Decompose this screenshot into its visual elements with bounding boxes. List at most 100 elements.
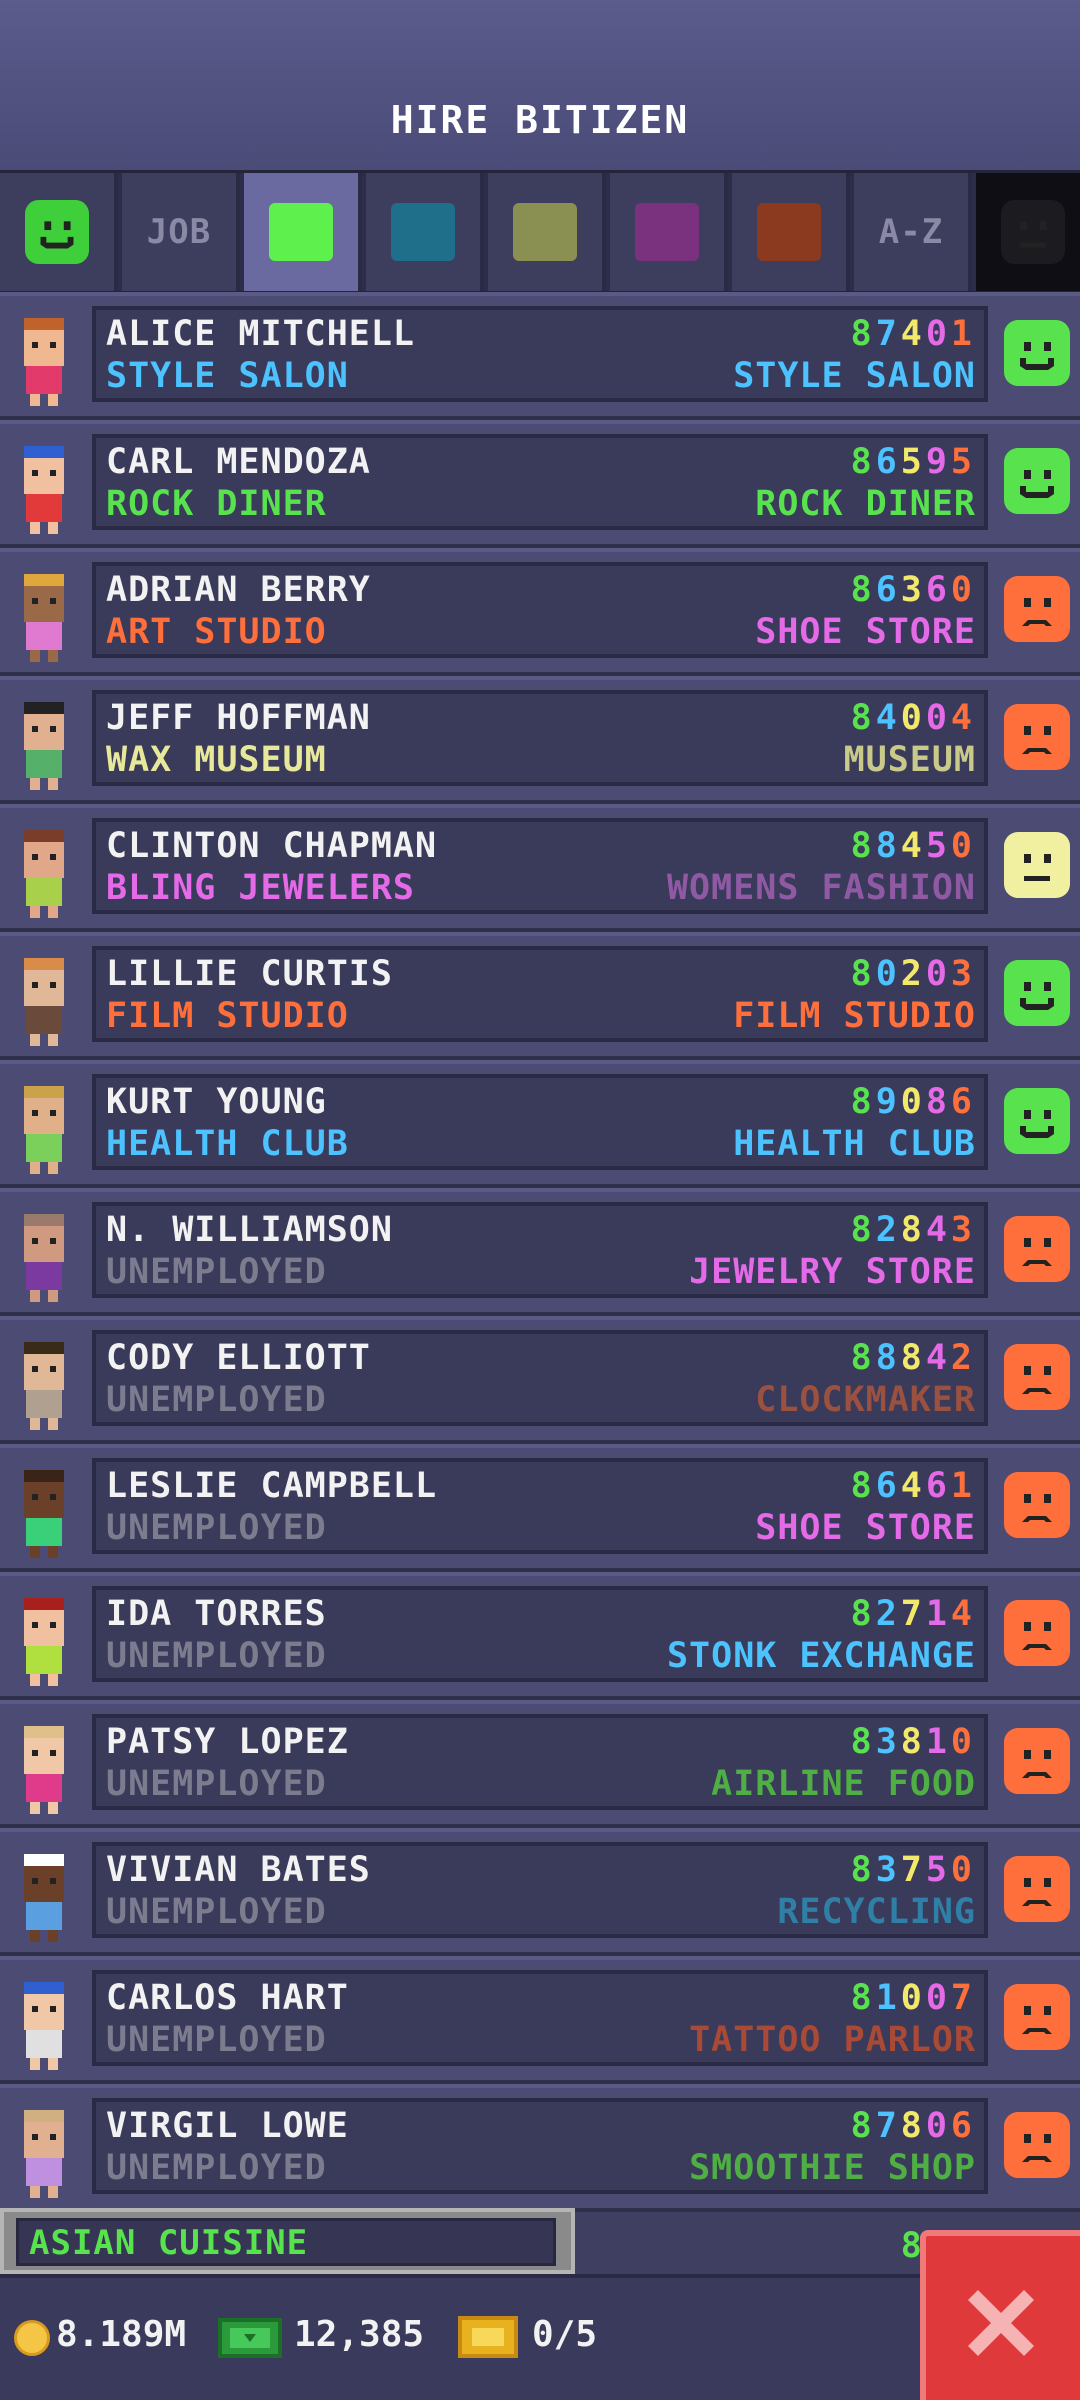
list-item[interactable]: VIRGIL LOWE UNEMPLOYED SMOOTHIE SHOP 87806: [0, 2084, 1080, 2212]
tab-color-filter[interactable]: [610, 173, 728, 291]
skill-stat-digit: 2: [950, 1338, 976, 1378]
skill-stat-digit: 7: [875, 314, 901, 354]
avatar: [24, 1086, 64, 1174]
bitizen-name: LESLIE CAMPBELL: [106, 1466, 438, 1506]
skill-stats: 86461: [851, 1466, 976, 1506]
bitizen-name: CARLOS HART: [106, 1978, 349, 2018]
skill-stat-digit: 0: [950, 826, 976, 866]
tab-label: A-Z: [878, 212, 944, 252]
tab-color-filter[interactable]: [366, 173, 484, 291]
list-item[interactable]: CARLOS HART UNEMPLOYED TATTOO PARLOR 81007: [0, 1956, 1080, 2084]
list-item[interactable]: LESLIE CAMPBELL UNEMPLOYED SHOE STORE 86461: [0, 1444, 1080, 1572]
bitizen-info-panel: N. WILLIAMSON UNEMPLOYED JEWELRY STORE 8284…: [92, 1202, 988, 1298]
mood-indicator: [1004, 1216, 1070, 1282]
avatar: [24, 1470, 64, 1558]
bitizen-info-panel: LESLIE CAMPBELL UNEMPLOYED SHOE STORE 86461: [92, 1458, 988, 1554]
mood-indicator: [1004, 448, 1070, 514]
floor-tag[interactable]: ASIAN CUISINE: [0, 2208, 575, 2274]
tab-happy-face[interactable]: [0, 173, 118, 291]
mood-indicator: [1004, 960, 1070, 1026]
mood-happy-face-icon: [1004, 448, 1070, 514]
bitizen-name: JEFF HOFFMAN: [106, 698, 371, 738]
tab-color-filter[interactable]: [732, 173, 850, 291]
tab-color-filter[interactable]: [488, 173, 606, 291]
bitizen-name: CLINTON CHAPMAN: [106, 826, 438, 866]
mood-sad-face-icon: [1004, 704, 1070, 770]
coin-icon: [14, 2320, 50, 2356]
mood-indicator: [1004, 1088, 1070, 1154]
dream-job: SHOE STORE: [755, 612, 976, 652]
skill-stat-digit: 7: [900, 1850, 926, 1890]
list-item[interactable]: KURT YOUNG HEALTH CLUB HEALTH CLUB 89086: [0, 1060, 1080, 1188]
bitizen-name: IDA TORRES: [106, 1594, 327, 1634]
skill-stat-digit: 6: [875, 1466, 901, 1506]
skill-stats: 89086: [851, 1082, 976, 1122]
skill-stats: 83750: [851, 1850, 976, 1890]
current-job: ROCK DINER: [106, 484, 327, 524]
avatar: [24, 1982, 64, 2070]
current-job: UNEMPLOYED: [106, 1508, 327, 1548]
skill-stats: 86595: [851, 442, 976, 482]
skill-stat-digit: 0: [875, 954, 901, 994]
bitizen-info-panel: LILLIE CURTIS FILM STUDIO FILM STUDIO 80203: [92, 946, 988, 1042]
list-item[interactable]: LILLIE CURTIS FILM STUDIO FILM STUDIO 80203: [0, 932, 1080, 1060]
mood-happy-face-icon: [1004, 1088, 1070, 1154]
dream-job: FILM STUDIO: [733, 996, 976, 1036]
skill-stats: 87401: [851, 314, 976, 354]
skill-stat-digit: 0: [900, 1082, 926, 1122]
bitizen-info-panel: ADRIAN BERRY ART STUDIO SHOE STORE 86360: [92, 562, 988, 658]
tab-dark-face[interactable]: [976, 173, 1080, 291]
skill-stat-digit: 2: [900, 954, 926, 994]
skill-stat-digit: 8: [900, 2106, 926, 2146]
skill-stat-digit: 4: [950, 1594, 976, 1634]
skill-stat-digit: 6: [875, 442, 901, 482]
skill-stat-digit: 0: [925, 1978, 951, 2018]
list-item[interactable]: ADRIAN BERRY ART STUDIO SHOE STORE 86360: [0, 548, 1080, 676]
mood-indicator: [1004, 576, 1070, 642]
skill-stat-digit: 1: [925, 1594, 951, 1634]
coins-amount: 8.189M: [56, 2314, 187, 2355]
bitizen-info-panel: CARL MENDOZA ROCK DINER ROCK DINER 86595: [92, 434, 988, 530]
avatar: [24, 1214, 64, 1302]
skill-stat-digit: 8: [850, 1210, 876, 1250]
skill-stat-digit: 1: [875, 1978, 901, 2018]
color-swatch: [757, 203, 821, 261]
current-job: UNEMPLOYED: [106, 1764, 327, 1804]
floor-tag-label: ASIAN CUISINE: [29, 2223, 309, 2263]
bitizen-name: KURT YOUNG: [106, 1082, 327, 1122]
avatar: [24, 958, 64, 1046]
list-item[interactable]: CODY ELLIOTT UNEMPLOYED CLOCKMAKER 88842: [0, 1316, 1080, 1444]
skill-stat-digit: 0: [925, 2106, 951, 2146]
skill-stat-digit: 4: [925, 1338, 951, 1378]
list-item[interactable]: JEFF HOFFMAN WAX MUSEUM MUSEUM 84004: [0, 676, 1080, 804]
list-item[interactable]: IDA TORRES UNEMPLOYED STONK EXCHANGE 82714: [0, 1572, 1080, 1700]
list-item[interactable]: ALICE MITCHELL STYLE SALON STYLE SALON 8740…: [0, 292, 1080, 420]
list-item[interactable]: PATSY LOPEZ UNEMPLOYED AIRLINE FOOD 83810: [0, 1700, 1080, 1828]
mood-sad-face-icon: [1004, 2112, 1070, 2178]
bitizen-info-panel: CLINTON CHAPMAN BLING JEWELERS WOMENS FASH…: [92, 818, 988, 914]
tab-a-z[interactable]: A-Z: [854, 173, 972, 291]
skill-stat-digit: 7: [875, 2106, 901, 2146]
skill-stat-digit: 0: [950, 570, 976, 610]
skill-stat-digit: 8: [850, 1466, 876, 1506]
list-item[interactable]: CLINTON CHAPMAN BLING JEWELERS WOMENS FASH…: [0, 804, 1080, 932]
current-job: UNEMPLOYED: [106, 2020, 327, 2060]
bitizen-name: CODY ELLIOTT: [106, 1338, 371, 1378]
list-item[interactable]: VIVIAN BATES UNEMPLOYED RECYCLING 83750: [0, 1828, 1080, 1956]
skill-stat-digit: 1: [925, 1722, 951, 1762]
color-swatch: [513, 203, 577, 261]
list-item[interactable]: N. WILLIAMSON UNEMPLOYED JEWELRY STORE 8284…: [0, 1188, 1080, 1316]
tab-color-filter[interactable]: [244, 173, 362, 291]
mood-indicator: [1004, 1472, 1070, 1538]
skill-stats: 83810: [851, 1722, 976, 1762]
skill-stat-digit: 4: [925, 1210, 951, 1250]
bitizen-info-panel: PATSY LOPEZ UNEMPLOYED AIRLINE FOOD 83810: [92, 1714, 988, 1810]
mood-neutral-face-icon: [1004, 832, 1070, 898]
current-job: HEALTH CLUB: [106, 1124, 349, 1164]
close-button[interactable]: [920, 2230, 1080, 2400]
skill-stat-digit: 8: [850, 954, 876, 994]
tab-job[interactable]: JOB: [122, 173, 240, 291]
skill-stats: 88842: [851, 1338, 976, 1378]
skill-stat-digit: 8: [850, 314, 876, 354]
list-item[interactable]: CARL MENDOZA ROCK DINER ROCK DINER 86595: [0, 420, 1080, 548]
